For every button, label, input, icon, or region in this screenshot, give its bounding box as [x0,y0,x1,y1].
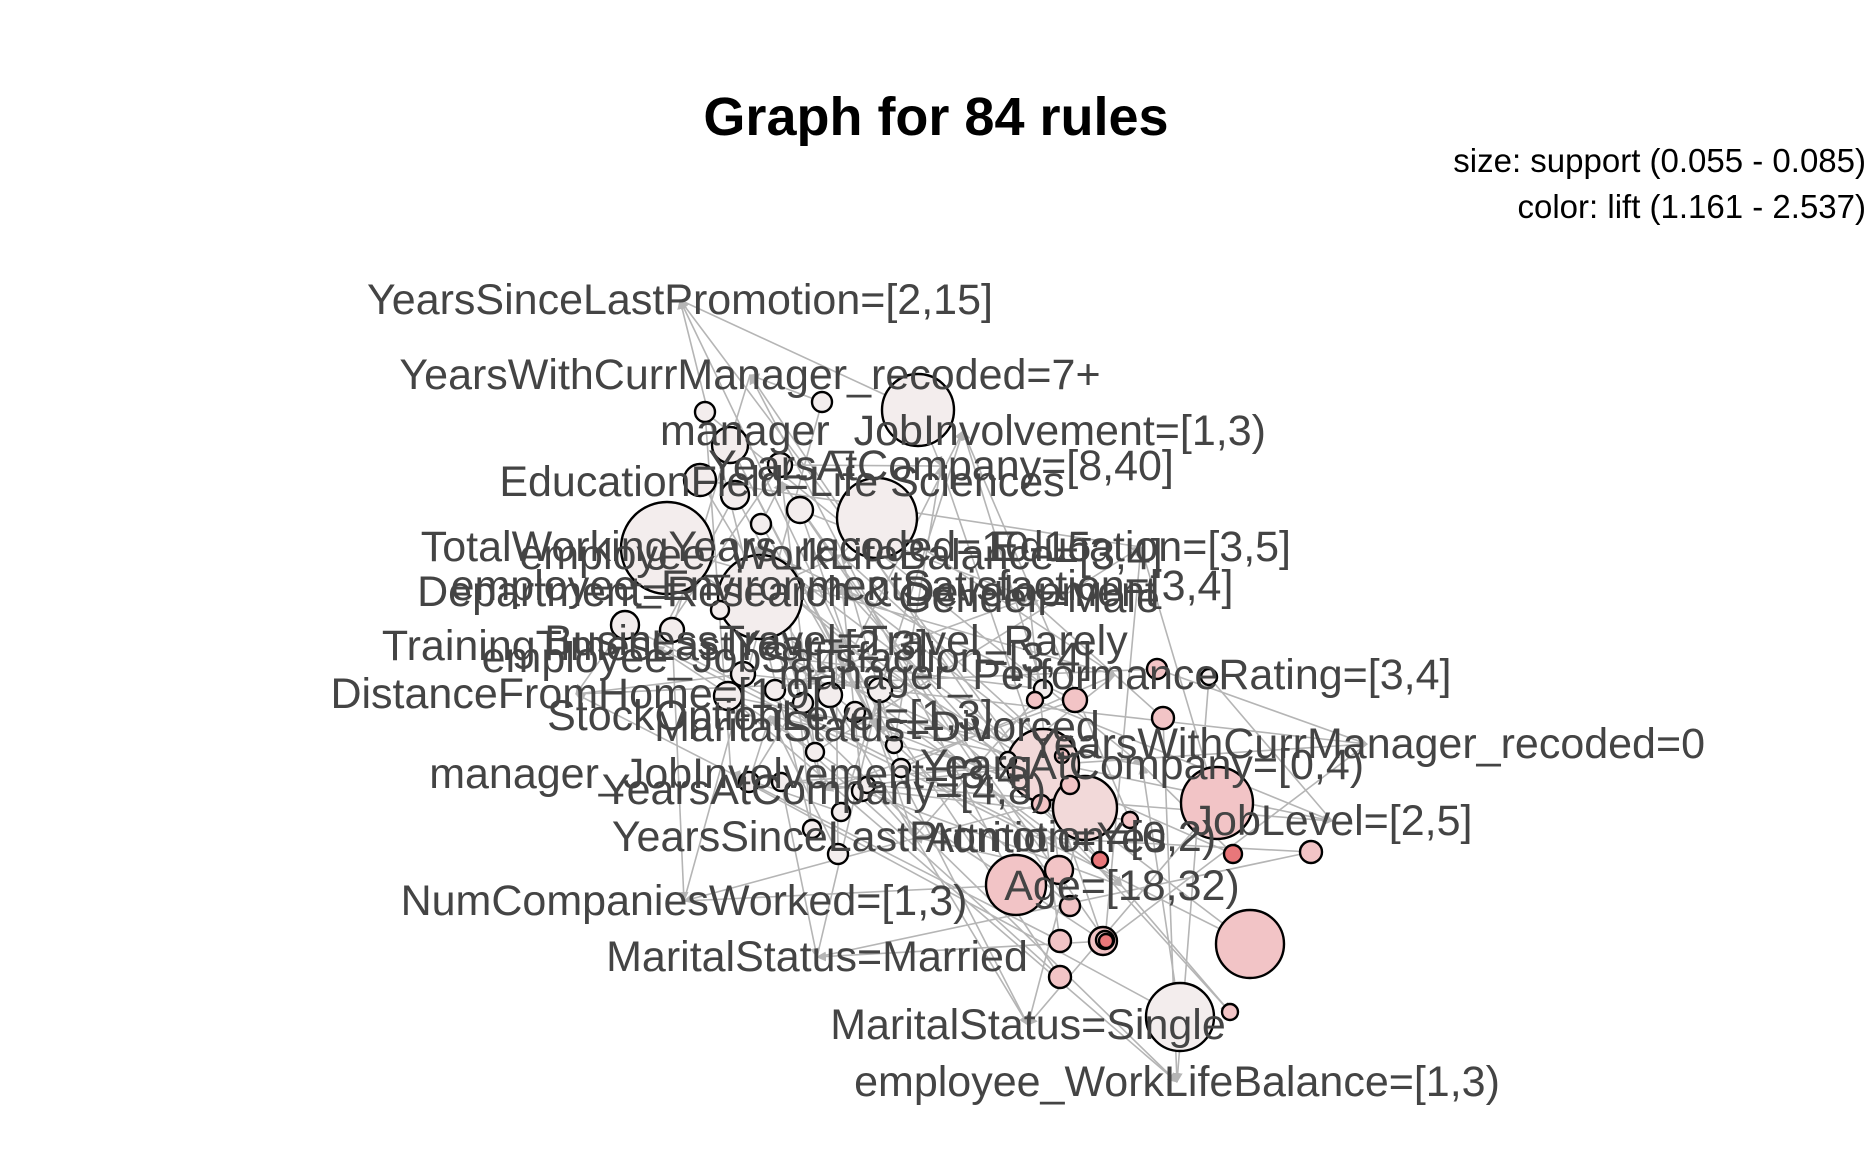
item-label: JobLevel=[2,5] [1192,797,1473,845]
item-label: YearsAtCompany=[4,8) [602,766,1046,814]
item-label: MaritalStatus=Married [606,933,1028,981]
item-label: YearsWithCurrManager_recoded=7+ [399,351,1100,399]
item-label: Attrition=Yes [925,814,1166,862]
association-rule-graph: YearsSinceLastPromotion=[2,15] YearsWithC… [0,0,1872,1152]
rule-node[interactable] [1047,964,1073,990]
item-label: NumCompaniesWorked=[1,3) [401,877,968,925]
rule-node[interactable] [1222,843,1244,865]
rule-node[interactable] [1097,932,1115,950]
item-label: employee_WorkLifeBalance=[1,3) [854,1058,1500,1106]
item-label: Age=[18,32) [1004,862,1240,910]
item-label: YearsSinceLastPromotion=[2,15] [367,276,993,324]
rule-node[interactable] [1047,928,1073,954]
item-label: MaritalStatus=Single [830,1001,1226,1049]
legend-color: color: lift (1.161 - 2.537) [1518,188,1867,225]
item-label: EducationField=Life Sciences [499,458,1064,506]
legend-size: size: support (0.055 - 0.085) [1453,142,1866,179]
graph-canvas: YearsSinceLastPromotion=[2,15] YearsWithC… [330,87,1867,1106]
item-label: Gender=Male [898,574,1160,622]
chart-title: Graph for 84 rules [703,87,1168,147]
item-labels-layer: YearsSinceLastPromotion=[2,15] YearsWithC… [330,276,1705,1106]
rule-node[interactable] [1214,908,1286,980]
